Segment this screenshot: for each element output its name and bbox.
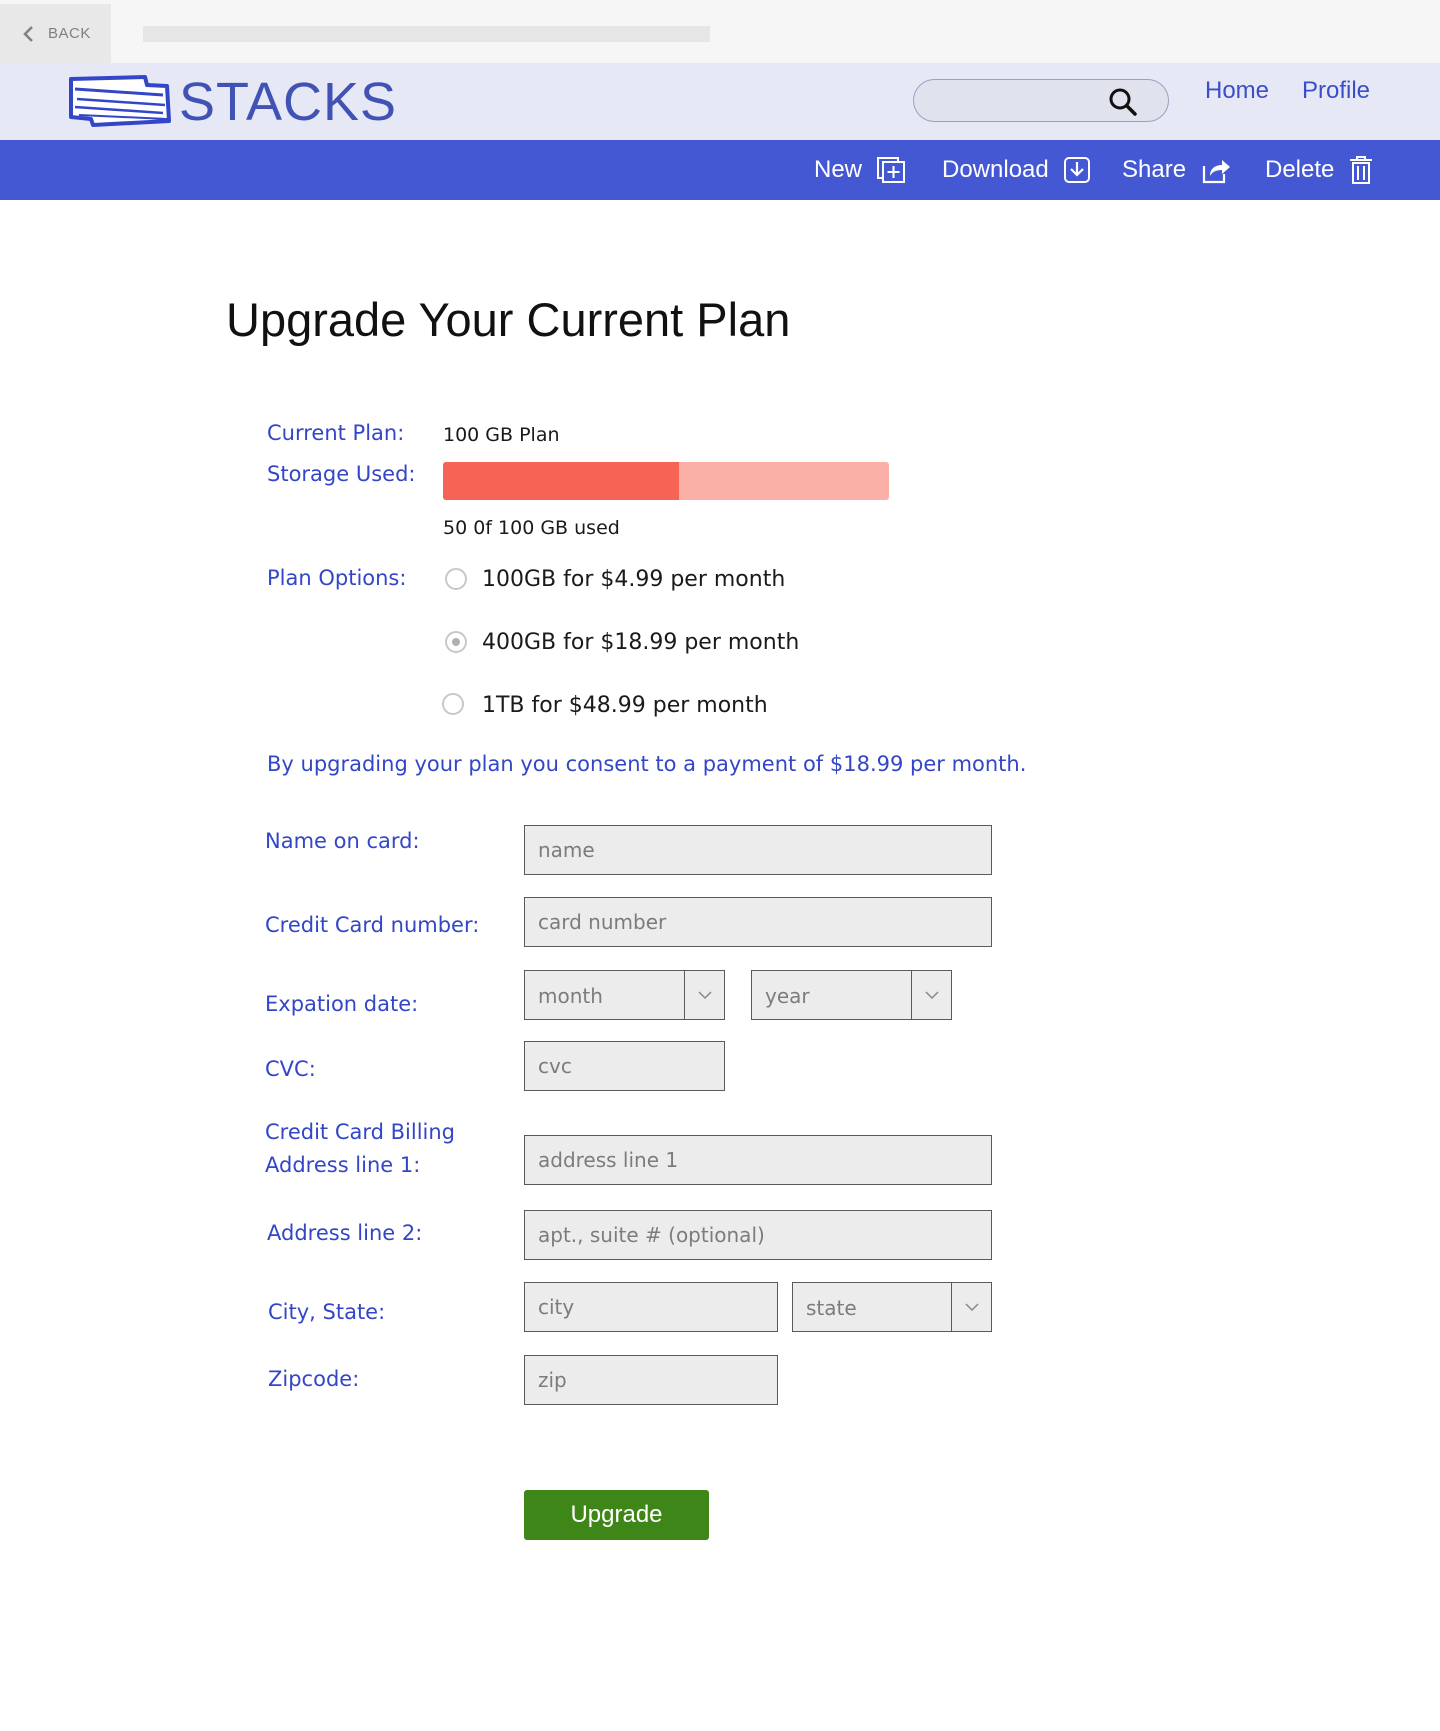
share-icon bbox=[1202, 160, 1231, 184]
city-state-label: City, State: bbox=[268, 1300, 386, 1324]
address-bar[interactable] bbox=[143, 26, 710, 42]
plan-options-label: Plan Options: bbox=[267, 566, 407, 590]
new-label: New bbox=[814, 156, 863, 183]
chevron-down-icon bbox=[684, 971, 724, 1019]
app-header: STACKS Home Profile bbox=[0, 63, 1440, 140]
payment-consent-text: By upgrading your plan you consent to a … bbox=[267, 752, 1027, 776]
delete-button[interactable]: Delete bbox=[1265, 140, 1374, 200]
cvc-field[interactable]: cvc bbox=[524, 1041, 725, 1091]
expiration-year-select[interactable]: year bbox=[751, 970, 952, 1020]
current-plan-label: Current Plan: bbox=[267, 421, 405, 445]
card-number-label: Credit Card number: bbox=[265, 913, 480, 937]
new-button[interactable]: New bbox=[814, 140, 906, 200]
back-button[interactable]: BACK bbox=[0, 4, 111, 63]
plan-option-400gb-label[interactable]: 400GB for $18.99 per month bbox=[482, 630, 799, 655]
plan-option-100gb-radio[interactable] bbox=[445, 568, 467, 590]
nav-home-link[interactable]: Home bbox=[1205, 77, 1269, 105]
share-label: Share bbox=[1122, 156, 1187, 183]
storage-progress-bar bbox=[443, 462, 889, 500]
chevron-left-icon bbox=[23, 25, 33, 42]
address-line2-field[interactable]: apt., suite # (optional) bbox=[524, 1210, 992, 1260]
zipcode-label: Zipcode: bbox=[268, 1367, 360, 1391]
stacks-logo-icon bbox=[69, 75, 171, 127]
download-label: Download bbox=[942, 156, 1049, 183]
cvc-label: CVC: bbox=[265, 1057, 316, 1081]
storage-usage-text: 50 0f 100 GB used bbox=[443, 517, 620, 539]
billing-address-line1-label-top: Credit Card Billing bbox=[265, 1120, 456, 1144]
add-file-icon bbox=[877, 157, 906, 183]
download-button[interactable]: Download bbox=[942, 140, 1091, 200]
address-line1-field[interactable]: address line 1 bbox=[524, 1135, 992, 1185]
nav-profile-link[interactable]: Profile bbox=[1302, 77, 1370, 105]
card-number-field[interactable]: card number bbox=[524, 897, 992, 947]
back-label: BACK bbox=[48, 25, 91, 42]
expiration-month-select[interactable]: month bbox=[524, 970, 725, 1020]
chevron-down-icon bbox=[951, 1283, 991, 1331]
zipcode-field[interactable]: zip bbox=[524, 1355, 778, 1405]
plan-option-1tb-label[interactable]: 1TB for $48.99 per month bbox=[482, 693, 768, 718]
download-icon bbox=[1063, 157, 1090, 183]
browser-top-bar: BACK bbox=[0, 0, 1440, 63]
plan-option-100gb-label[interactable]: 100GB for $4.99 per month bbox=[482, 567, 785, 592]
name-on-card-label: Name on card: bbox=[265, 829, 420, 853]
city-field[interactable]: city bbox=[524, 1282, 778, 1332]
page-title: Upgrade Your Current Plan bbox=[226, 293, 791, 346]
search-input[interactable] bbox=[913, 79, 1169, 122]
action-toolbar: New Download Share Delete bbox=[0, 140, 1440, 200]
delete-label: Delete bbox=[1265, 156, 1335, 183]
name-on-card-field[interactable]: name bbox=[524, 825, 992, 875]
share-button[interactable]: Share bbox=[1122, 140, 1232, 200]
address-line2-label: Address line 2: bbox=[267, 1221, 423, 1245]
chevron-down-icon bbox=[911, 971, 951, 1019]
current-plan-value: 100 GB Plan bbox=[443, 424, 560, 446]
expiration-date-label: Expation date: bbox=[265, 992, 419, 1016]
storage-used-label: Storage Used: bbox=[267, 462, 416, 486]
upgrade-button[interactable]: Upgrade bbox=[524, 1490, 709, 1540]
search-icon[interactable] bbox=[1108, 87, 1138, 117]
state-select-value: state bbox=[806, 1296, 857, 1320]
month-select-value: month bbox=[538, 984, 603, 1008]
plan-option-1tb-radio[interactable] bbox=[442, 693, 464, 715]
app-logo-text: STACKS bbox=[179, 72, 398, 132]
storage-progress-fill bbox=[443, 462, 680, 500]
state-select[interactable]: state bbox=[792, 1282, 992, 1332]
plan-option-400gb-radio[interactable] bbox=[445, 631, 467, 653]
year-select-value: year bbox=[765, 984, 810, 1008]
upgrade-plan-page: BACK STACKS Home Profile New Download Sh… bbox=[0, 0, 1440, 1731]
trash-icon bbox=[1350, 156, 1373, 184]
billing-address-line1-label-bottom: Address line 1: bbox=[265, 1153, 421, 1177]
